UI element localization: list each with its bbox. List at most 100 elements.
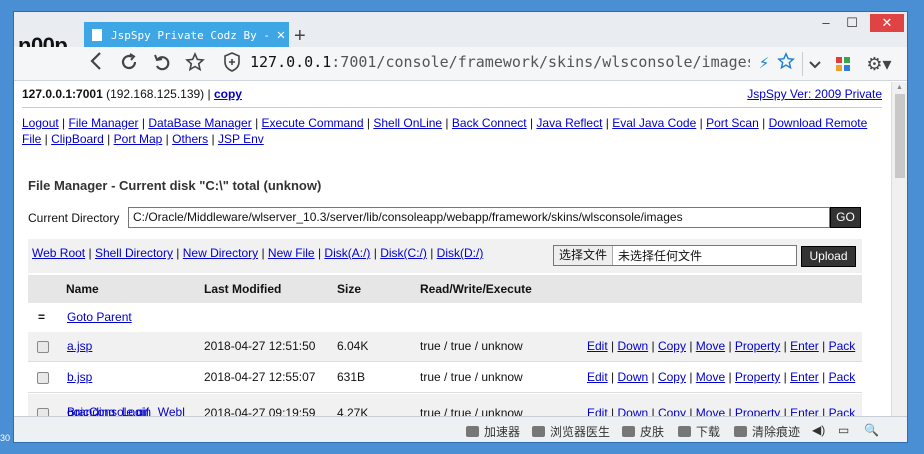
menu-others[interactable]: Others xyxy=(172,132,208,146)
property-link[interactable]: Property xyxy=(735,406,780,416)
new-directory-link[interactable]: New Directory xyxy=(183,246,258,260)
skin-item[interactable]: 皮肤 xyxy=(622,423,664,440)
file-size: 4.27K xyxy=(337,406,369,416)
menu-logout[interactable]: Logout xyxy=(22,116,59,130)
web-root-link[interactable]: Web Root xyxy=(32,246,85,260)
move-link[interactable]: Move xyxy=(696,370,725,384)
current-directory-input[interactable]: C:/Oracle/Middleware/wlserver_10.3/serve… xyxy=(128,207,830,228)
pack-link[interactable]: Pack xyxy=(829,406,856,416)
down-link[interactable]: Down xyxy=(617,370,648,384)
browser-window: n00p JspSpy Private Codz By - N ✕ + – ☐ … xyxy=(13,11,908,443)
file-toolbar: Web Root | Shell Directory | New Directo… xyxy=(28,239,862,273)
menu-file-manager[interactable]: File Manager xyxy=(69,116,139,130)
gear-icon[interactable]: ⚙▾ xyxy=(864,52,894,76)
edit-link[interactable]: Edit xyxy=(587,406,608,416)
menu-eval-java-code[interactable]: Eval Java Code xyxy=(612,116,696,130)
file-name-link[interactable]: a.jsp xyxy=(67,339,92,353)
bookmark-star-icon[interactable] xyxy=(774,52,798,76)
menu-jsp-env[interactable]: JSP Env xyxy=(218,132,264,146)
window-icon[interactable]: ▭ xyxy=(838,423,849,437)
copy-file-link[interactable]: Copy xyxy=(658,339,686,353)
copy-file-link[interactable]: Copy xyxy=(658,370,686,384)
disk-a-link[interactable]: Disk(A:/) xyxy=(324,246,370,260)
tab-title: JspSpy Private Codz By - N xyxy=(111,28,273,42)
accelerator-item[interactable]: 加速器 xyxy=(466,423,520,440)
new-file-link[interactable]: New File xyxy=(268,246,315,260)
enter-link[interactable]: Enter xyxy=(790,339,819,353)
move-link[interactable]: Move xyxy=(696,339,725,353)
back-icon[interactable] xyxy=(84,52,108,76)
undo-icon[interactable] xyxy=(150,52,174,76)
scroll-up-icon[interactable]: ▲ xyxy=(896,84,903,91)
file-upload-input[interactable]: 选择文件 未选择任何文件 xyxy=(553,245,797,266)
menu-execute-command[interactable]: Execute Command xyxy=(262,116,364,130)
shell-directory-link[interactable]: Shell Directory xyxy=(95,246,173,260)
row-checkbox[interactable] xyxy=(37,341,49,353)
menu-database-manager[interactable]: DataBase Manager xyxy=(148,116,251,130)
move-link[interactable]: Move xyxy=(696,406,725,416)
download-label: 下载 xyxy=(696,425,721,439)
chosen-file-text: 未选择任何文件 xyxy=(618,249,703,263)
refresh-icon[interactable] xyxy=(117,52,141,76)
minimize-button[interactable]: – xyxy=(814,14,838,32)
table-row: a.jsp 2018-04-27 12:51:50 6.04K true / t… xyxy=(28,332,862,362)
file-name-line2: ogicConsole.gif xyxy=(67,405,150,416)
file-rwx: true / true / unknow xyxy=(420,370,523,384)
trash-icon xyxy=(734,426,747,437)
favorite-star-icon[interactable] xyxy=(183,52,207,76)
clear-traces-item[interactable]: 清除痕迹 xyxy=(734,423,800,440)
chevron-down-icon[interactable] xyxy=(802,52,826,76)
menu-back-connect[interactable]: Back Connect xyxy=(452,116,527,130)
version-link[interactable]: JspSpy Ver: 2009 Private xyxy=(747,87,882,101)
download-item[interactable]: 下载 xyxy=(678,423,720,440)
go-button[interactable]: GO xyxy=(830,207,861,228)
new-tab-button[interactable]: + xyxy=(294,25,306,48)
enter-link[interactable]: Enter xyxy=(790,406,819,416)
disk-c-link[interactable]: Disk(C:/) xyxy=(380,246,427,260)
upload-button[interactable]: Upload xyxy=(801,246,856,267)
file-size: 6.04K xyxy=(337,339,369,353)
menu-shell-online[interactable]: Shell OnLine xyxy=(373,116,442,130)
file-rwx: true / true / unknow xyxy=(420,339,523,353)
security-shield-icon[interactable] xyxy=(220,52,244,76)
maximize-button[interactable]: ☐ xyxy=(840,14,864,32)
col-rwx: Read/Write/Execute xyxy=(420,282,532,296)
close-window-button[interactable]: ✕ xyxy=(870,14,904,32)
menu-java-reflect[interactable]: Java Reflect xyxy=(536,116,602,130)
property-link[interactable]: Property xyxy=(735,370,780,384)
copy-link[interactable]: copy xyxy=(214,87,242,101)
zoom-icon[interactable]: 🔍 xyxy=(864,423,879,437)
edge-text: 30 xyxy=(0,433,11,443)
document-icon xyxy=(92,29,102,41)
tab-jspspy[interactable]: JspSpy Private Codz By - N ✕ xyxy=(84,22,289,48)
down-link[interactable]: Down xyxy=(617,406,648,416)
lightning-icon[interactable]: ⚡ xyxy=(752,52,776,76)
property-link[interactable]: Property xyxy=(735,339,780,353)
address-bar[interactable]: 127.0.0.1:7001/console/framework/skins/w… xyxy=(250,53,750,71)
tab-close-icon[interactable]: ✕ xyxy=(273,27,289,43)
down-link[interactable]: Down xyxy=(617,339,648,353)
camera-icon xyxy=(532,426,545,437)
edit-link[interactable]: Edit xyxy=(587,339,608,353)
menu-port-scan[interactable]: Port Scan xyxy=(706,116,759,130)
speaker-icon[interactable]: ◀) xyxy=(812,423,825,437)
choose-file-button[interactable]: 选择文件 xyxy=(554,246,614,265)
file-name-link[interactable]: b.jsp xyxy=(67,370,92,384)
edit-link[interactable]: Edit xyxy=(587,370,608,384)
col-size: Size xyxy=(337,282,362,296)
row-checkbox[interactable] xyxy=(37,408,49,416)
row-checkbox[interactable] xyxy=(37,372,49,384)
vertical-scrollbar[interactable]: ▲ xyxy=(891,82,907,416)
copy-file-link[interactable]: Copy xyxy=(658,406,686,416)
apps-grid-icon[interactable] xyxy=(836,57,850,71)
browser-doctor-item[interactable]: 浏览器医生 xyxy=(532,423,610,440)
disk-d-link[interactable]: Disk(D:/) xyxy=(437,246,484,260)
divider xyxy=(22,107,882,108)
menu-clipboard[interactable]: ClipBoard xyxy=(51,132,104,146)
enter-link[interactable]: Enter xyxy=(790,370,819,384)
menu-port-map[interactable]: Port Map xyxy=(114,132,163,146)
pack-link[interactable]: Pack xyxy=(829,370,856,384)
goto-parent-link[interactable]: Goto Parent xyxy=(67,310,132,324)
scrollbar-thumb[interactable] xyxy=(895,94,905,178)
pack-link[interactable]: Pack xyxy=(829,339,856,353)
